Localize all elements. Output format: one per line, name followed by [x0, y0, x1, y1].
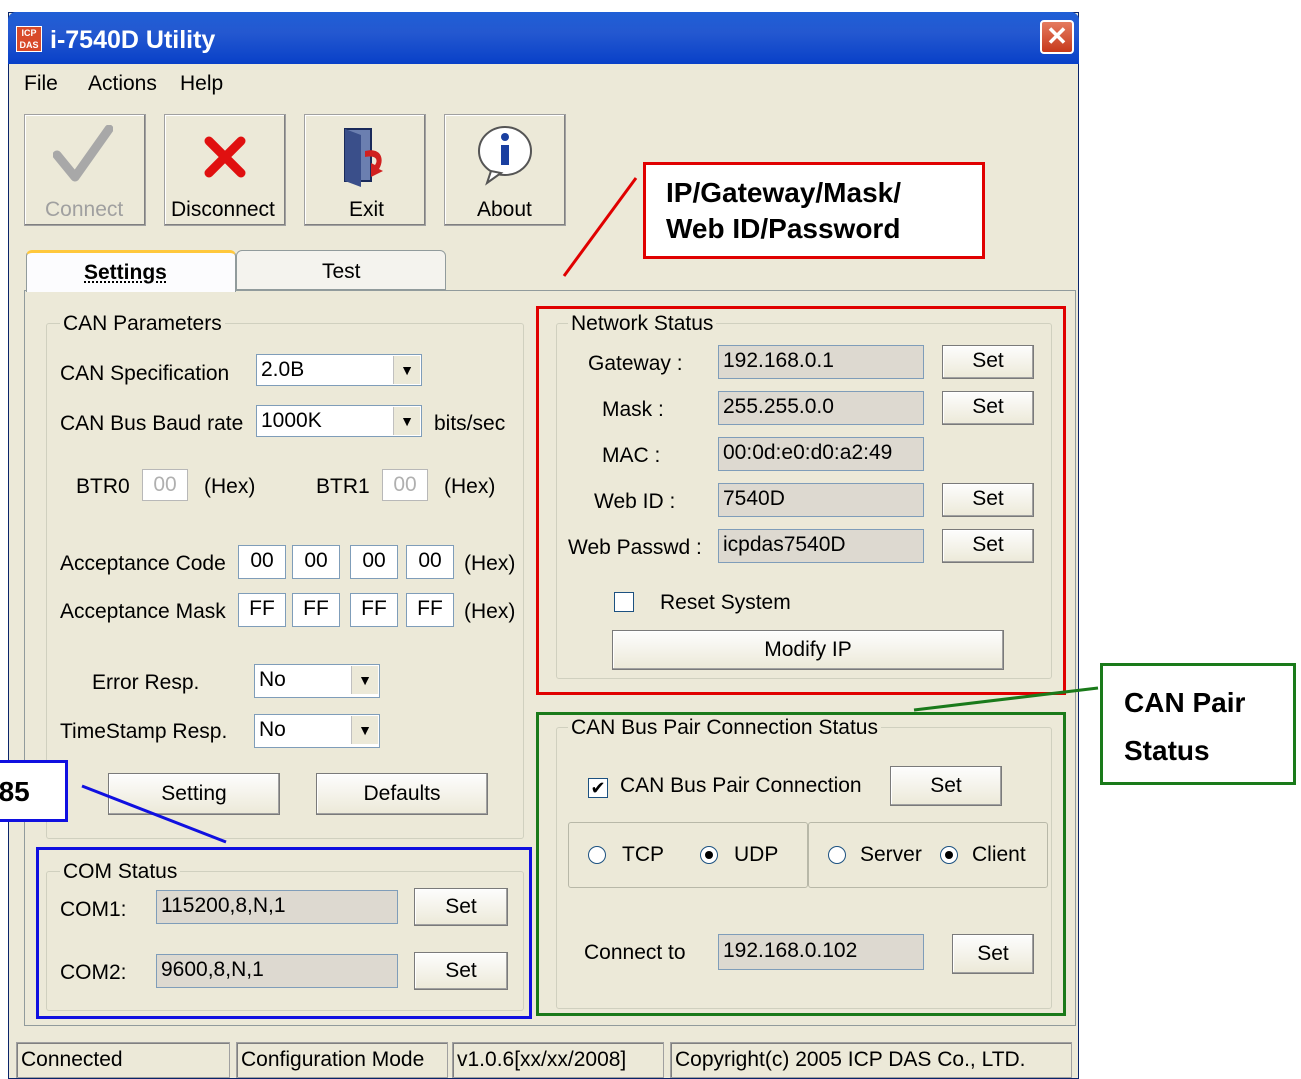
- network-connector-line: [562, 177, 638, 277]
- annotation-connector-lines: [81, 177, 1099, 844]
- can-pair-connector-line: [913, 686, 1099, 712]
- rs485-connector-line: [81, 784, 227, 844]
